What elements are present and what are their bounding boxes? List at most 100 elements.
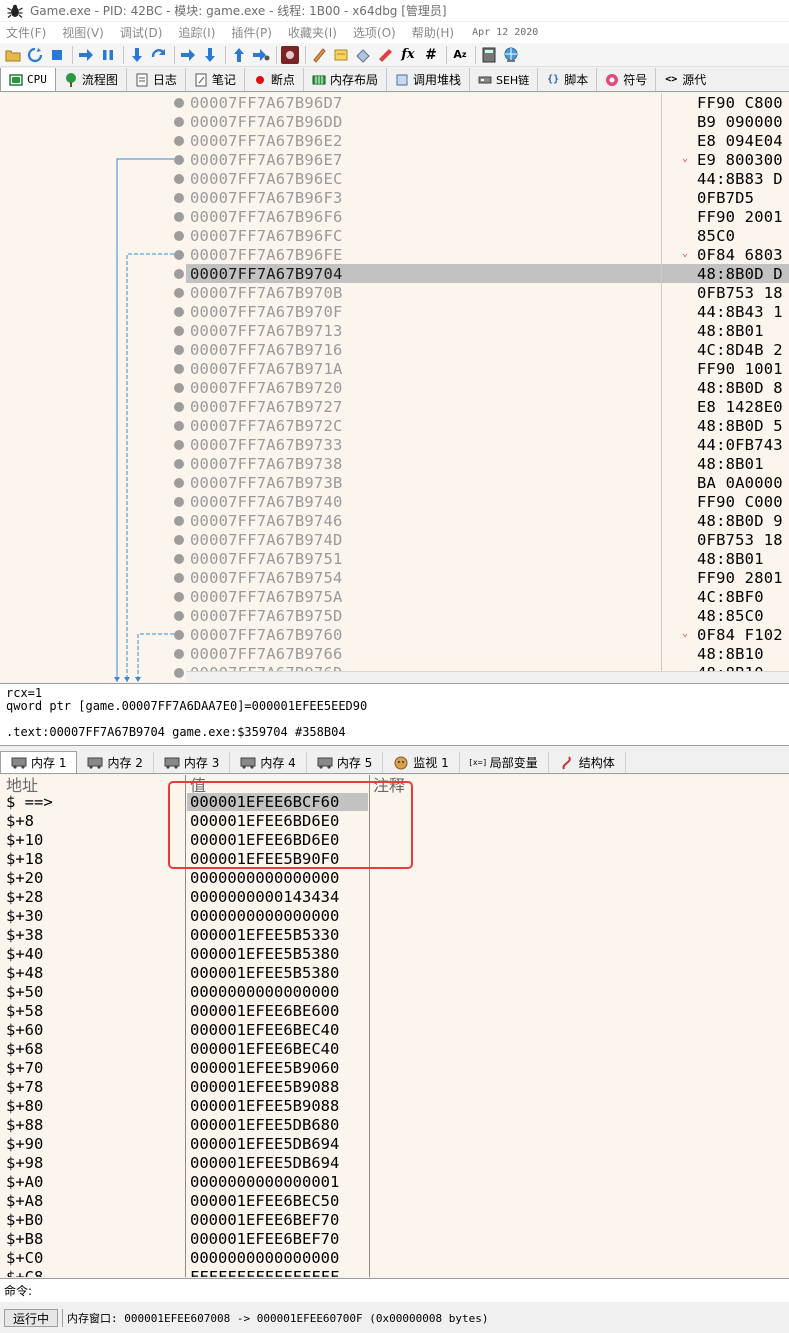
dump-value[interactable]: 000001EFEE5B5330 [190, 926, 339, 944]
dump-row[interactable]: $+50 0000000000000000 [0, 982, 789, 1001]
dump-row[interactable]: $+88 000001EFEE5DB680 [0, 1115, 789, 1134]
dump-value[interactable]: 0000000000143434 [190, 888, 339, 906]
menu-favourites[interactable]: 收藏夹(I) [288, 24, 337, 41]
dump-value[interactable]: 000001EFEE6BEC40 [190, 1040, 339, 1058]
disasm-row[interactable]: 00007FF7A67B96E7 [186, 150, 661, 169]
dump-row[interactable]: $+30 0000000000000000 [0, 906, 789, 925]
strings-icon[interactable]: Az [451, 46, 469, 64]
breakpoint-dot-icon[interactable] [174, 629, 184, 640]
breakpoint-dot-icon[interactable] [174, 363, 184, 374]
dump-value[interactable]: 000001EFEE5B9088 [190, 1097, 339, 1115]
disasm-row[interactable]: 00007FF7A67B96DD [186, 112, 661, 131]
breakpoint-dot-icon[interactable] [174, 97, 184, 108]
tab-dump-1[interactable]: 内存 1 [0, 751, 78, 773]
bytes-row[interactable]: 44:8B83 D [662, 169, 789, 188]
disasm-row[interactable]: 00007FF7A67B96FE [186, 245, 661, 264]
disasm-row[interactable]: 00007FF7A67B9733 [186, 435, 661, 454]
disasm-row[interactable]: 00007FF7A67B96F6 [186, 207, 661, 226]
breakpoint-dot-icon[interactable] [174, 401, 184, 412]
bytes-row[interactable]: 48:8B0D 8 [662, 378, 789, 397]
breakpoint-dot-icon[interactable] [174, 439, 184, 450]
bytes-row[interactable]: 85C0 [662, 226, 789, 245]
disasm-row[interactable]: 00007FF7A67B9720 [186, 378, 661, 397]
dump-row[interactable]: $+C0 0000000000000000 [0, 1248, 789, 1267]
dump-value[interactable]: 0000000000000001 [190, 1173, 339, 1191]
disasm-row[interactable]: 00007FF7A67B9746 [186, 511, 661, 530]
globe-icon[interactable] [502, 46, 520, 64]
bytes-row[interactable]: 44:8B43 1 [662, 302, 789, 321]
dump-value[interactable]: 000001EFEE5DB680 [190, 1116, 339, 1134]
bytes-row[interactable]: ⌄ 0F84 F102 [662, 625, 789, 644]
disasm-row[interactable]: 00007FF7A67B970B [186, 283, 661, 302]
breakpoint-dot-icon[interactable] [174, 610, 184, 621]
tab-locals[interactable]: [x=] 局部变量 [460, 752, 549, 773]
dump-value[interactable]: 0000000000000000 [190, 907, 339, 925]
bytes-row[interactable]: 44:0FB743 [662, 435, 789, 454]
stop-icon[interactable] [48, 46, 66, 64]
tab-seh-chain[interactable]: SEH链 [469, 68, 539, 91]
dump-row[interactable]: $+38 000001EFEE5B5330 [0, 925, 789, 944]
bytes-row[interactable]: 4C:8BF0 [662, 587, 789, 606]
functions-icon[interactable] [376, 46, 394, 64]
menu-plugins[interactable]: 插件(P) [231, 24, 272, 41]
tab-dump-4[interactable]: 内存 4 [230, 752, 307, 773]
dump-row[interactable]: $+A8 000001EFEE6BEC50 [0, 1191, 789, 1210]
disasm-row[interactable]: 00007FF7A67B96EC [186, 169, 661, 188]
hash-icon[interactable]: # [422, 46, 440, 64]
breakpoint-dot-icon[interactable] [174, 572, 184, 583]
bytes-row[interactable]: FF90 C800 [662, 93, 789, 112]
disasm-row[interactable]: 00007FF7A67B96D7 [186, 93, 661, 112]
dump-row[interactable]: $+70 000001EFEE5B9060 [0, 1058, 789, 1077]
restart-icon[interactable] [26, 46, 44, 64]
tab-source[interactable]: <> 源代 [656, 68, 715, 91]
menu-help[interactable]: 帮助(H) [412, 24, 454, 41]
tab-memory-map[interactable]: 内存布局 [303, 68, 387, 91]
breakpoint-dot-icon[interactable] [174, 287, 184, 298]
dump-row[interactable]: $+C8 FFFFFFFFFFFFFFFF [0, 1267, 789, 1278]
breakpoint-dot-icon[interactable] [174, 325, 184, 336]
disassembly-view[interactable]: 00007FF7A67B96D7 00007FF7A67B96DD 00007FF7… [0, 93, 789, 682]
dump-row[interactable]: $+40 000001EFEE5B5380 [0, 944, 789, 963]
disasm-row[interactable]: 00007FF7A67B9740 [186, 492, 661, 511]
tab-graph[interactable]: 流程图 [55, 68, 127, 91]
disasm-row[interactable]: 00007FF7A67B96FC [186, 226, 661, 245]
bytes-row[interactable]: 48:8B01 [662, 549, 789, 568]
disasm-row[interactable]: 00007FF7A67B96E2 [186, 131, 661, 150]
dump-row[interactable]: $+98 000001EFEE5DB694 [0, 1153, 789, 1172]
trace-into-icon[interactable] [179, 46, 197, 64]
disasm-row-selected[interactable]: 00007FF7A67B9704 [186, 264, 661, 283]
disasm-row[interactable]: 00007FF7A67B9738 [186, 454, 661, 473]
disasm-row[interactable]: 00007FF7A67B9754 [186, 568, 661, 587]
menu-file[interactable]: 文件(F) [6, 24, 46, 41]
disasm-row[interactable]: 00007FF7A67B9727 [186, 397, 661, 416]
bytes-row[interactable]: FF90 2001 [662, 207, 789, 226]
dump-row[interactable]: $+B8 000001EFEE6BEF70 [0, 1229, 789, 1248]
disasm-horizontal-scrollbar[interactable] [186, 671, 789, 682]
tab-log[interactable]: 日志 [126, 68, 186, 91]
execute-till-return-icon[interactable] [230, 46, 248, 64]
disasm-row[interactable]: 00007FF7A67B971A [186, 359, 661, 378]
dump-row[interactable]: $+58 000001EFEE6BE600 [0, 1001, 789, 1020]
breakpoint-dot-icon[interactable] [174, 230, 184, 241]
breakpoint-dot-icon[interactable] [174, 667, 184, 678]
disasm-row[interactable]: 00007FF7A67B972C [186, 416, 661, 435]
dump-value[interactable]: 0000000000000000 [190, 1249, 339, 1267]
dump-value[interactable]: 000001EFEE5B5380 [190, 964, 339, 982]
dump-value[interactable]: 000001EFEE6BEF70 [190, 1211, 339, 1229]
dump-value[interactable]: 000001EFEE6BEC40 [190, 1021, 339, 1039]
dump-row[interactable]: $+28 0000000000143434 [0, 887, 789, 906]
run-to-user-code-icon[interactable] [252, 46, 270, 64]
disasm-row[interactable]: 00007FF7A67B9751 [186, 549, 661, 568]
trace-over-icon[interactable] [201, 46, 219, 64]
dump-value[interactable]: 000001EFEE5B5380 [190, 945, 339, 963]
bytes-row[interactable]: 48:8B0D D [662, 264, 789, 283]
bytes-row[interactable]: 48:8B0D 9 [662, 511, 789, 530]
labels-icon[interactable] [332, 46, 350, 64]
address-column[interactable]: 00007FF7A67B96D7 00007FF7A67B96DD 00007FF7… [186, 93, 661, 682]
breakpoint-dot-icon[interactable] [174, 135, 184, 146]
disasm-row[interactable]: 00007FF7A67B975A [186, 587, 661, 606]
bytes-row[interactable]: 0FB753 18 [662, 530, 789, 549]
breakpoint-dot-icon[interactable] [174, 173, 184, 184]
disasm-row[interactable]: 00007FF7A67B974D [186, 530, 661, 549]
bytes-row[interactable]: B9 090000 [662, 112, 789, 131]
